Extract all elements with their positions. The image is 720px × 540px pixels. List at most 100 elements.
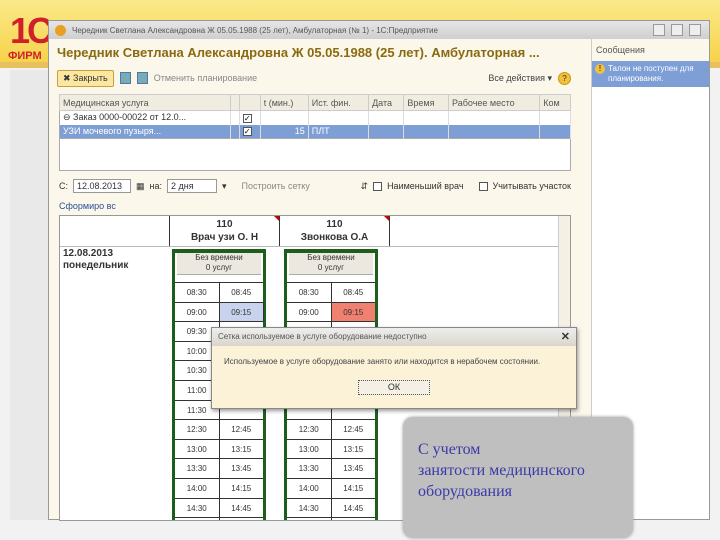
maximize-button[interactable] [671, 24, 683, 36]
column-header[interactable]: Медицинская услуга [59, 94, 231, 111]
time-slot-row: 09:00 09:15 [287, 302, 375, 323]
time-slot[interactable]: 12:30 [175, 420, 220, 439]
column-header[interactable]: Рабочее место [448, 94, 541, 111]
time-slot-row: 12:30 12:45 [287, 420, 375, 440]
minimize-button[interactable] [653, 24, 665, 36]
close-button[interactable]: ✖ Закрыть [57, 69, 114, 87]
free-doctor-checkbox[interactable] [373, 181, 383, 191]
time-slot-row: 13:00 13:15 [287, 439, 376, 460]
services-table: Медицинская услуга t (мин.) Ист. фин. Дата В… [59, 94, 571, 139]
swap-icon[interactable]: ⇵ [361, 181, 369, 192]
cell [539, 110, 571, 125]
time-slot[interactable]: 14:15 [220, 479, 264, 498]
time-slot[interactable]: 08:30 [175, 283, 220, 302]
warning-icon: ! [595, 64, 605, 74]
alert-dialog: Сетка используемое в услуге оборудование… [211, 327, 577, 409]
cell-fin: ПЛТ [308, 124, 370, 139]
time-slot[interactable]: 09:15 [331, 302, 375, 322]
no-time-slot[interactable]: Без времени 0 услуг [177, 253, 261, 275]
ok-button[interactable]: ОК [358, 380, 430, 395]
time-slot[interactable]: 13:45 [332, 459, 376, 478]
cell [368, 110, 405, 125]
time-slot[interactable]: 13:45 [220, 459, 264, 478]
cell [230, 110, 240, 125]
document-icon[interactable] [136, 72, 148, 84]
time-slot[interactable]: 15:00 [287, 518, 332, 520]
time-slot[interactable]: 13:00 [287, 439, 332, 459]
column-header[interactable] [238, 94, 261, 111]
time-slot[interactable]: 13:30 [175, 459, 220, 478]
window-title: Чередник Светлана Александровна Ж 05.05.… [72, 25, 438, 35]
time-slot[interactable]: 15:00 [175, 518, 220, 520]
time-slot[interactable]: 08:45 [332, 283, 376, 302]
time-slot[interactable]: 09:00 [175, 302, 220, 322]
table-row[interactable]: ⊖ Заказ 0000-00022 от 12.0... ✓ [59, 110, 571, 125]
messages-title: Сообщения [592, 39, 709, 61]
time-slot[interactable]: 14:45 [332, 499, 376, 518]
time-slot[interactable]: 09:00 [287, 302, 332, 322]
time-slot[interactable]: 14:30 [175, 498, 220, 518]
refresh-icon[interactable] [119, 72, 131, 84]
build-grid-button[interactable]: Построить сетку [242, 181, 310, 191]
time-slot[interactable]: 14:00 [175, 478, 220, 498]
time-slot[interactable]: 14:45 [220, 499, 264, 518]
cell [230, 124, 240, 139]
time-slot[interactable]: 13:15 [332, 440, 376, 459]
column-header[interactable]: Ист. фин. [307, 94, 370, 111]
column-header[interactable]: Время [403, 94, 450, 111]
close-icon[interactable]: ✕ [561, 330, 570, 343]
time-slot[interactable]: 15:15 [220, 518, 264, 520]
cancel-planning-button[interactable]: Отменить планирование [154, 73, 257, 83]
room-number: 110 [216, 219, 233, 230]
for-label: на: [149, 181, 162, 191]
form-link[interactable]: Сформиро вс [59, 201, 116, 211]
time-slot[interactable]: 09:15 [218, 301, 264, 323]
time-slot[interactable]: 12:45 [332, 420, 376, 439]
doctor-name: Врач узи О. Н [190, 232, 259, 243]
column-header[interactable] [229, 94, 240, 111]
time-slot-row: 12:30 12:45 [175, 420, 263, 440]
close-window-button[interactable] [689, 24, 701, 36]
time-slot[interactable]: 12:30 [287, 420, 332, 439]
time-slot[interactable]: 13:30 [287, 459, 332, 478]
toolbar: ✖ Закрыть Отменить планирование Все дейс… [57, 69, 571, 87]
consider-section-checkbox[interactable] [478, 181, 488, 191]
from-date-input[interactable]: 12.08.2013 [73, 179, 131, 193]
time-slot[interactable]: 08:30 [287, 283, 332, 302]
column-header[interactable]: 110 Звонкова О.А [280, 216, 390, 246]
filter-bar: С: 12.08.2013 ▦ на: 2 дня ▾ Построить се… [59, 179, 571, 193]
cell-service: ⊖ Заказ 0000-00022 от 12.0... [59, 110, 231, 125]
column-header[interactable]: Дата [368, 94, 405, 111]
days-select[interactable]: 2 дня [167, 179, 217, 193]
all-actions-menu[interactable]: Все действия ▾ [488, 73, 552, 84]
time-slot[interactable]: 13:00 [175, 439, 220, 459]
help-icon[interactable]: ? [558, 71, 571, 85]
include-checkbox[interactable]: ✓ [242, 127, 252, 137]
include-checkbox[interactable]: ✓ [242, 113, 252, 123]
cell [448, 110, 541, 125]
time-slot-row: 09:00 09:15 [175, 301, 264, 323]
time-slot[interactable]: 08:45 [220, 283, 264, 302]
callout-note: С учетом занятости медицинского оборудован… [403, 417, 633, 538]
time-slot[interactable]: 14:30 [287, 498, 332, 518]
time-slot[interactable]: 14:00 [287, 478, 332, 498]
page-title: Чередник Светлана Александровна Ж 05.05.… [57, 45, 540, 60]
from-label: С: [59, 181, 68, 191]
calendar-icon[interactable]: ▦ [136, 181, 145, 192]
time-slot[interactable]: 15:15 [332, 518, 376, 520]
time-slot[interactable]: 12:45 [220, 420, 264, 439]
free-doctor-label: Наименьший врач [387, 181, 464, 191]
column-header[interactable]: t (мин.) [259, 94, 309, 111]
message-item[interactable]: ! Талон не поступен для планирования. [592, 61, 709, 87]
no-time-slot[interactable]: Без времени 0 услуг [289, 253, 373, 275]
logo-1c: 1С [10, 10, 53, 51]
column-header[interactable]: Ком [539, 94, 571, 111]
time-slot[interactable]: 14:15 [332, 479, 376, 498]
time-slot[interactable]: 13:15 [220, 440, 264, 459]
time-slot-row: 15:0015:15 [287, 518, 376, 520]
chevron-down-icon[interactable]: ▾ [222, 181, 227, 192]
cell [368, 124, 405, 139]
column-header[interactable]: 110 Врач узи О. Н [170, 216, 280, 246]
table-row[interactable]: УЗИ мочевого пузыря... ✓ 15 ПЛТ [59, 124, 571, 139]
table-empty-area [59, 139, 571, 171]
